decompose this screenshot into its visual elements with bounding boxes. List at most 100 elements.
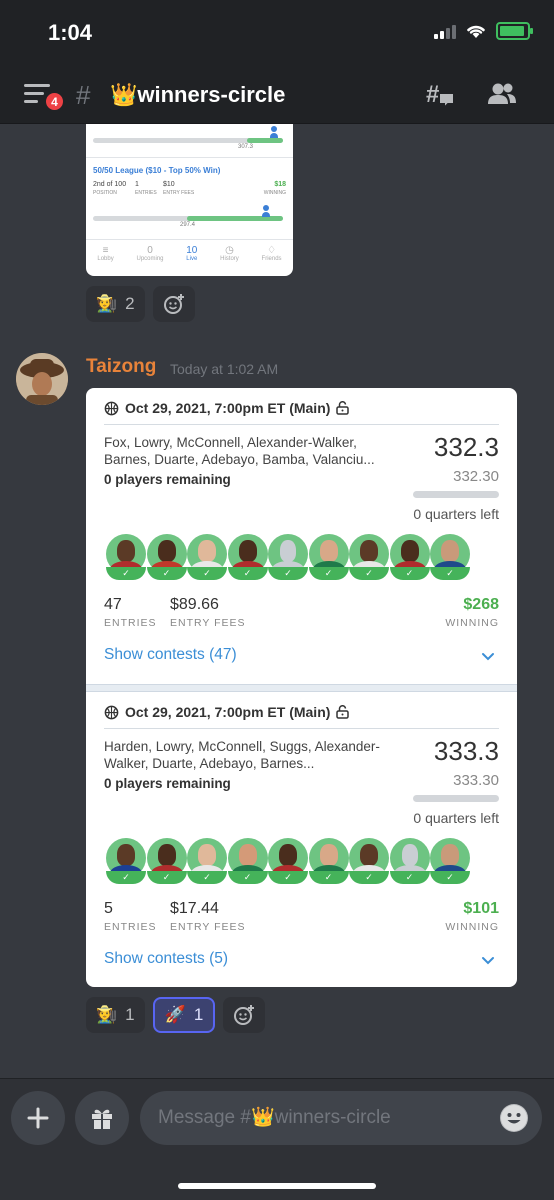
tab-upcoming[interactable]: 0 Upcoming [136, 245, 163, 276]
check-icon: ✓ [308, 567, 349, 580]
add-attachment-button[interactable] [11, 1091, 65, 1145]
reaction-count: 1 [125, 1005, 135, 1024]
show-contests-link[interactable]: Show contests (5) [104, 950, 228, 968]
tab-label: History [220, 256, 239, 262]
lineup-players: Harden, Lowry, McConnell, Suggs, Alexand… [104, 739, 380, 771]
emoji-picker-button[interactable] [500, 1104, 528, 1132]
check-icon: ✓ [268, 567, 308, 580]
check-icon: ✓ [106, 871, 146, 884]
show-contests-link[interactable]: Show contests (47) [104, 646, 237, 664]
members-icon[interactable] [486, 80, 518, 110]
position-marker-icon [262, 205, 270, 217]
message-input[interactable] [140, 1091, 542, 1145]
lineup-score: 333.3 [433, 736, 499, 766]
previous-image-embed[interactable]: 307.3 50/50 League ($10 - Top 50% Win) 2… [86, 124, 293, 276]
live-count: 10 [186, 245, 198, 256]
position-value: 2nd of 100 [93, 181, 127, 188]
check-icon: ✓ [268, 871, 308, 884]
upcoming-count: 0 [147, 245, 153, 256]
add-reaction-button[interactable] [152, 286, 195, 322]
channel-header: 4 # 👑winners-circle # [0, 66, 554, 124]
lineup-players: Fox, Lowry, McConnell, Alexander-Walker,… [104, 435, 375, 467]
threads-icon[interactable]: # [424, 80, 456, 110]
winning-label: WINNING [445, 921, 499, 933]
check-icon: ✓ [227, 567, 268, 580]
lineup-score-exact: 333.30 [453, 772, 499, 789]
player-avatar: ✓ [349, 534, 389, 580]
status-time: 1:04 [48, 20, 93, 45]
entries-value: 5 [104, 900, 113, 917]
message-list[interactable]: 307.3 50/50 League ($10 - Top 50% Win) 2… [0, 124, 554, 1078]
entries-label: ENTRIES [104, 617, 157, 629]
lineup-score: 332.3 [433, 432, 499, 462]
reaction-farmer[interactable]: 🧑‍🌾 2 [86, 286, 145, 322]
entries-value: 1 [135, 181, 139, 188]
check-icon: ✓ [106, 567, 146, 580]
tab-friends[interactable]: ♢ Friends [262, 245, 282, 276]
check-icon: ✓ [187, 567, 227, 580]
player-avatar: ✓ [187, 534, 227, 580]
tab-live[interactable]: 10 Live [186, 245, 197, 276]
entries-value: 47 [104, 596, 122, 613]
fee-label: ENTRY FEES [163, 190, 195, 196]
channel-name[interactable]: 👑winners-circle [110, 82, 285, 108]
smiley-icon [501, 1105, 527, 1131]
reactions-row: 🧑‍🌾 2 [86, 286, 195, 322]
entries-label: ENTRIES [135, 190, 157, 196]
player-avatars: ✓ ✓ ✓ ✓ ✓ ✓ ✓ ✓ ✓ [106, 534, 471, 580]
check-icon: ✓ [146, 567, 187, 580]
check-icon: ✓ [430, 567, 470, 580]
contest-card[interactable]: Oct 29, 2021, 7:00pm ET (Main) Harden, Lo… [86, 692, 517, 987]
card-divider [86, 684, 517, 692]
check-icon: ✓ [146, 871, 187, 884]
contest-date: Oct 29, 2021, 7:00pm ET (Main) [125, 704, 331, 720]
time-remaining-bar [413, 491, 499, 498]
entries-label: ENTRIES [104, 921, 157, 933]
unlock-icon [336, 705, 350, 719]
svg-text:#: # [426, 81, 439, 108]
gift-button[interactable] [75, 1091, 129, 1145]
wifi-icon [467, 25, 485, 38]
lobby-icon: ≡ [102, 245, 109, 256]
tab-history[interactable]: ◷ History [220, 245, 239, 276]
contest-date: Oct 29, 2021, 7:00pm ET (Main) [125, 400, 331, 416]
player-avatar: ✓ [146, 534, 187, 580]
winning-value: $101 [463, 900, 499, 917]
avatar[interactable] [16, 353, 68, 405]
contest-card[interactable]: Oct 29, 2021, 7:00pm ET (Main) Fox, Lowry… [86, 388, 517, 684]
player-avatar: ✓ [430, 534, 470, 580]
chevron-down-icon[interactable] [481, 652, 495, 662]
message-author[interactable]: Taizong [86, 356, 156, 378]
league-label[interactable]: 50/50 League ($10 - Top 50% Win) [93, 166, 220, 175]
cellular-signal-icon [434, 23, 456, 39]
tab-label: Friends [261, 256, 282, 262]
check-icon: ✓ [227, 871, 268, 884]
player-avatar: ✓ [187, 838, 227, 884]
progress-bar [93, 216, 283, 221]
add-reaction-icon [163, 294, 184, 314]
chevron-down-icon[interactable] [481, 956, 495, 966]
add-reaction-button[interactable] [223, 997, 266, 1033]
bottom-tab-bar: ≡ Lobby 0 Upcoming 10 Live ◷ History ♢ Friend… [86, 245, 293, 276]
entry-fees-value: $89.66 [170, 596, 219, 613]
gift-icon [92, 1109, 112, 1129]
player-avatar: ✓ [308, 838, 349, 884]
player-avatar: ✓ [227, 838, 268, 884]
player-avatar: ✓ [430, 838, 470, 884]
players-remaining: 0 players remaining [104, 472, 231, 487]
player-avatar: ✓ [308, 534, 349, 580]
contest-embed[interactable]: Oct 29, 2021, 7:00pm ET (Main) Fox, Lowry… [86, 388, 517, 987]
reaction-count: 1 [193, 1005, 204, 1024]
points-label-a: 307.3 [238, 144, 254, 150]
tab-lobby[interactable]: ≡ Lobby [97, 245, 113, 276]
progress-bar [93, 138, 283, 143]
check-icon: ✓ [349, 567, 389, 580]
reaction-farmer[interactable]: 🧑‍🌾 1 [86, 997, 145, 1033]
check-icon: ✓ [349, 871, 389, 884]
tab-label: Upcoming [136, 256, 164, 262]
player-avatar: ✓ [389, 838, 430, 884]
rocket-emoji-icon: 🚀 [164, 1005, 186, 1024]
reaction-rocket[interactable]: 🚀 1 [152, 997, 216, 1033]
winning-label: WINNING [263, 190, 286, 196]
history-icon: ◷ [225, 245, 234, 256]
